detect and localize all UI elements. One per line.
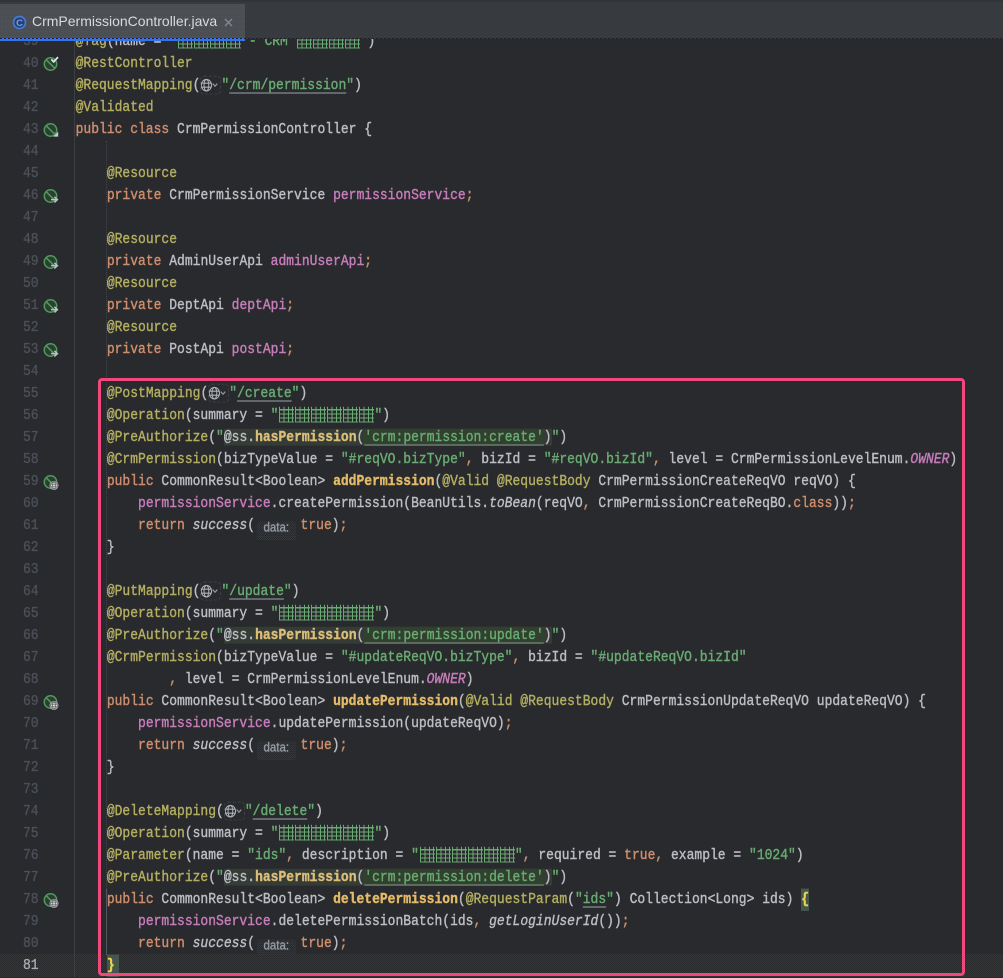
- svg-text:C: C: [16, 18, 23, 29]
